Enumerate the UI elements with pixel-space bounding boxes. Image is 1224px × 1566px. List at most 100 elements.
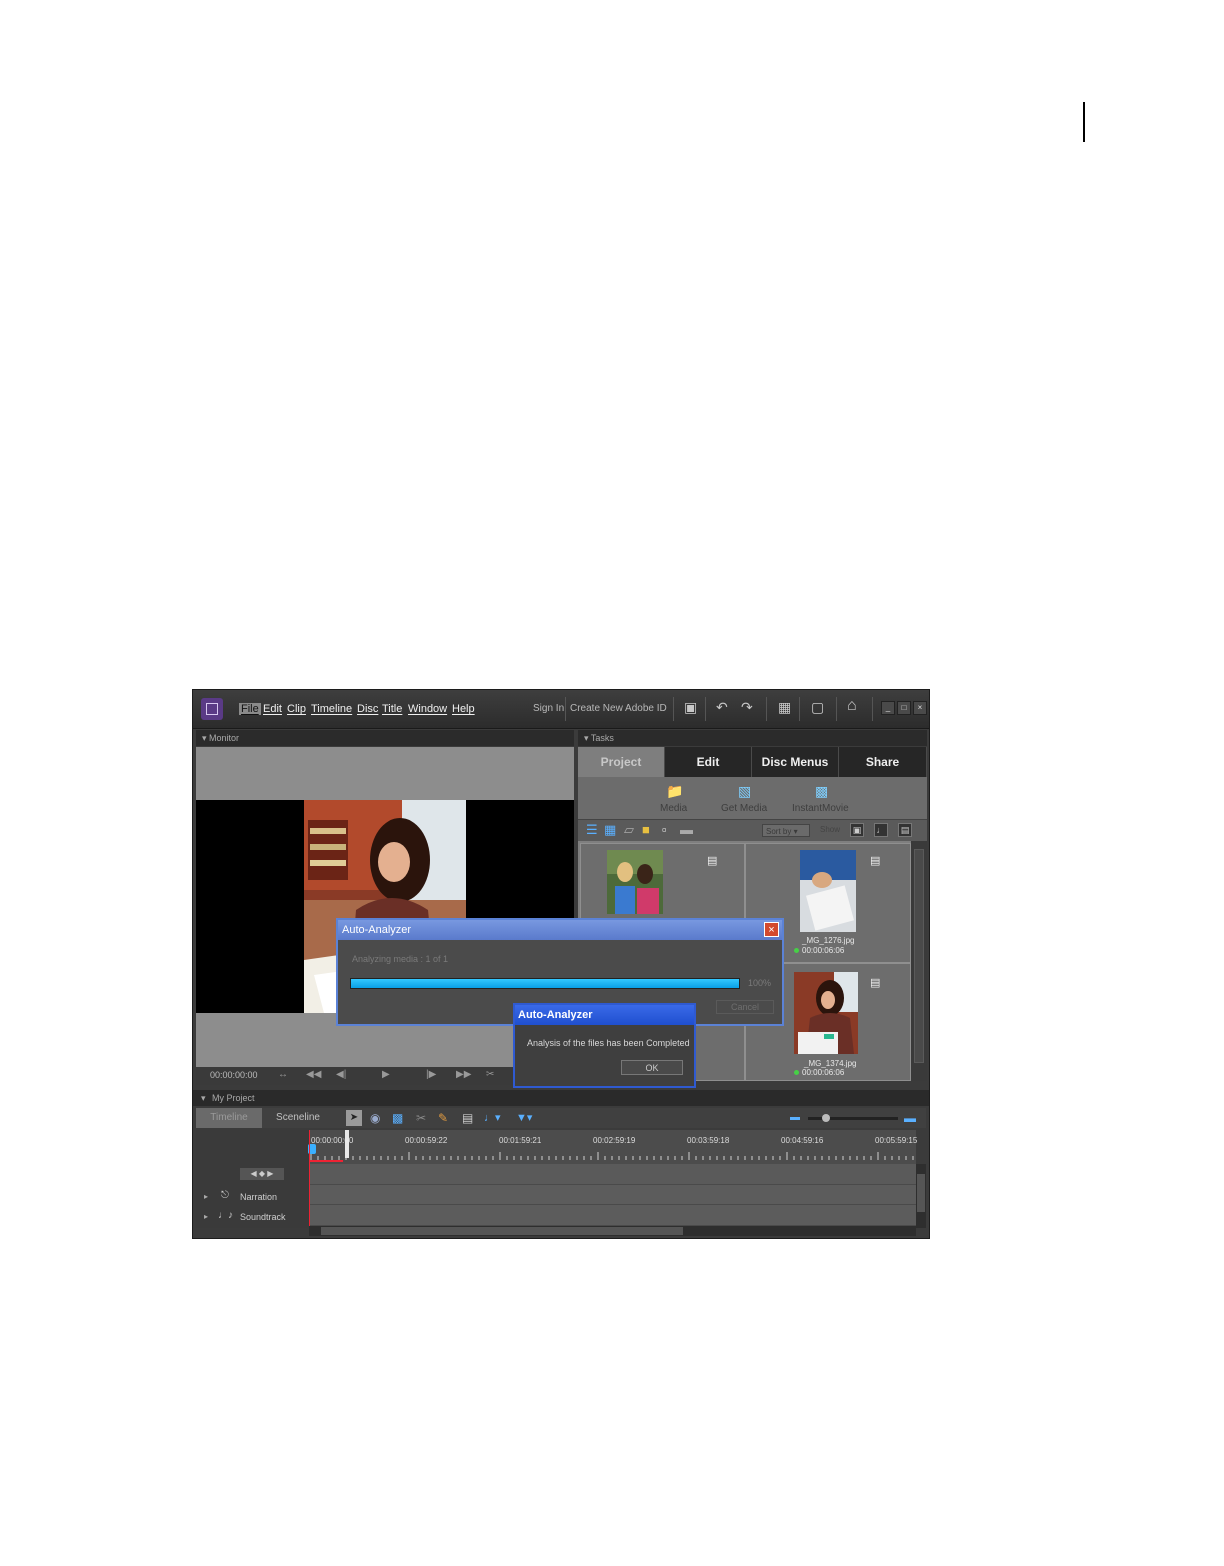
- soundtrack-track[interactable]: [309, 1205, 916, 1226]
- narration-track[interactable]: [309, 1185, 916, 1205]
- menu-file[interactable]: File: [239, 703, 261, 715]
- split-clip-icon[interactable]: ✂: [486, 1069, 494, 1080]
- status-dot-icon: [794, 1070, 799, 1075]
- zoom-slider-handle[interactable]: [822, 1114, 830, 1122]
- expand-soundtrack-icon[interactable]: ▸: [204, 1212, 208, 1221]
- tab-disc-menus[interactable]: Disc Menus: [752, 747, 839, 777]
- get-media-button[interactable]: Get Media: [721, 803, 767, 814]
- home-icon[interactable]: ⌂: [847, 697, 857, 715]
- save-icon[interactable]: ▣: [684, 699, 697, 716]
- show-images-icon[interactable]: ▤: [898, 823, 912, 837]
- audio-mix-icon[interactable]: ♩▾: [484, 1111, 501, 1124]
- tab-edit[interactable]: Edit: [665, 747, 752, 777]
- vertical-scroll-thumb[interactable]: [917, 1174, 925, 1212]
- project-panel-header: ▾ My Project: [193, 1090, 929, 1106]
- keyframe-nav-icon[interactable]: ◀ ◆ ▶: [240, 1168, 284, 1180]
- folder-up-icon[interactable]: ▱: [624, 822, 634, 838]
- add-menu-marker-icon[interactable]: ▩: [392, 1111, 403, 1125]
- track-label-soundtrack: Soundtrack: [240, 1212, 286, 1222]
- ruler-label: 00:02:59:19: [593, 1136, 636, 1145]
- sign-in-link[interactable]: Sign In: [533, 703, 564, 714]
- sort-by-dropdown[interactable]: Sort by ▾: [762, 824, 810, 837]
- smart-trim-icon[interactable]: ✎: [438, 1111, 448, 1125]
- progress-bar: [350, 978, 740, 989]
- show-video-icon[interactable]: ▣: [850, 823, 864, 837]
- video-track[interactable]: [309, 1164, 916, 1185]
- cancel-button[interactable]: Cancel: [716, 1000, 774, 1014]
- tab-timeline[interactable]: Timeline: [196, 1108, 262, 1128]
- task-tabs: Project Edit Disc Menus Share: [578, 747, 927, 777]
- menu-timeline[interactable]: Timeline: [311, 703, 352, 715]
- media-scrollbar[interactable]: [911, 841, 927, 1081]
- step-forward-icon[interactable]: |▶: [426, 1069, 436, 1080]
- media-duration: 00:00:06:06: [802, 946, 845, 955]
- close-icon[interactable]: ×: [764, 922, 779, 937]
- fullscreen-icon[interactable]: ▢: [811, 699, 824, 716]
- menu-window[interactable]: Window: [408, 703, 447, 715]
- play-icon[interactable]: ▶: [382, 1069, 390, 1080]
- fast-forward-icon[interactable]: ▶▶: [456, 1069, 471, 1080]
- trim-icon[interactable]: ↔: [278, 1069, 288, 1080]
- media-filename: _MG_1276.jpg: [802, 936, 855, 945]
- work-area-end-handle[interactable]: [345, 1130, 349, 1158]
- rewind-icon[interactable]: ◀◀: [306, 1069, 321, 1080]
- analysis-complete-dialog: Auto-Analyzer Analysis of the files has …: [513, 1003, 696, 1088]
- selection-tool-icon[interactable]: ➤: [346, 1110, 362, 1126]
- media-thumbnail[interactable]: [607, 850, 663, 914]
- show-audio-icon[interactable]: ♩: [874, 823, 888, 837]
- timeline-horizontal-scrollbar[interactable]: [309, 1226, 916, 1236]
- ruler-ticks: [310, 1152, 914, 1160]
- minimize-icon[interactable]: _: [881, 701, 895, 715]
- horizontal-scroll-thumb[interactable]: [321, 1227, 683, 1235]
- create-adobe-id-link[interactable]: Create New Adobe ID: [570, 703, 667, 714]
- tab-share[interactable]: Share: [839, 747, 927, 777]
- maximize-icon[interactable]: □: [897, 701, 911, 715]
- new-item-icon[interactable]: ▫: [662, 822, 667, 837]
- track-label-narration: Narration: [240, 1192, 278, 1202]
- media-filename: _MG_1374.jpg: [804, 1059, 857, 1068]
- ok-button[interactable]: OK: [621, 1060, 683, 1075]
- media-scroll-thumb[interactable]: [914, 849, 924, 1063]
- instant-movie-button[interactable]: InstantMovie: [792, 803, 849, 814]
- timeline-vertical-scrollbar[interactable]: [916, 1164, 926, 1228]
- project-panel-title: My Project: [212, 1093, 255, 1103]
- zoom-in-icon[interactable]: ▬: [904, 1111, 916, 1125]
- menu-title[interactable]: Title: [382, 703, 402, 715]
- tab-sceneline[interactable]: Sceneline: [264, 1108, 332, 1128]
- trim-tool-icon[interactable]: ✂: [416, 1111, 426, 1125]
- list-view-icon[interactable]: ☰: [586, 822, 598, 838]
- track-headers: ◀ ◆ ▶ ▸ ⎋ Narration ▸ ♩♪ Soundtrack: [196, 1130, 309, 1228]
- marker-icon[interactable]: ▼▾: [516, 1111, 532, 1124]
- monitor-panel-title: Monitor: [209, 733, 240, 743]
- menu-clip[interactable]: Clip: [287, 703, 306, 715]
- menu-edit[interactable]: Edit: [263, 703, 282, 715]
- menu-help[interactable]: Help: [452, 703, 475, 715]
- media-button[interactable]: Media: [660, 803, 687, 814]
- grid-view-icon[interactable]: ▦: [604, 822, 616, 838]
- dialog-title: Auto-Analyzer: [515, 1005, 694, 1025]
- properties-icon[interactable]: ▤: [462, 1111, 473, 1125]
- get-media-icon[interactable]: ▧: [738, 783, 751, 800]
- ruler-label: 00:00:59:22: [405, 1136, 448, 1145]
- monitor-panel-header: ▾ Monitor: [196, 730, 574, 746]
- title-bar: File Edit Clip Timeline Disc Title Windo…: [193, 690, 929, 729]
- media-thumbnail[interactable]: [794, 972, 858, 1054]
- close-window-icon[interactable]: ×: [913, 701, 927, 715]
- step-back-icon[interactable]: ◀|: [336, 1069, 346, 1080]
- time-ruler[interactable]: 00:00:00:00 00:00:59:22 00:01:59:21 00:0…: [308, 1130, 917, 1164]
- menu-disc[interactable]: Disc: [357, 703, 378, 715]
- ruler-label: 00:03:59:18: [687, 1136, 730, 1145]
- media-thumbnail[interactable]: [800, 850, 856, 932]
- delete-icon[interactable]: ▬: [680, 822, 693, 837]
- expand-narration-icon[interactable]: ▸: [204, 1192, 208, 1201]
- organizer-icon[interactable]: ▦: [778, 699, 791, 716]
- media-icon[interactable]: 📁: [666, 783, 683, 800]
- ruler-label: 00:01:59:21: [499, 1136, 542, 1145]
- redo-icon[interactable]: ↷: [741, 699, 753, 716]
- smart-fix-icon[interactable]: ◉: [370, 1111, 380, 1125]
- zoom-out-icon[interactable]: ▬: [790, 1112, 800, 1123]
- tab-project[interactable]: Project: [578, 747, 665, 777]
- new-folder-icon[interactable]: ■: [642, 822, 650, 837]
- undo-icon[interactable]: ↶: [716, 699, 728, 716]
- instant-movie-icon[interactable]: ▩: [815, 783, 828, 800]
